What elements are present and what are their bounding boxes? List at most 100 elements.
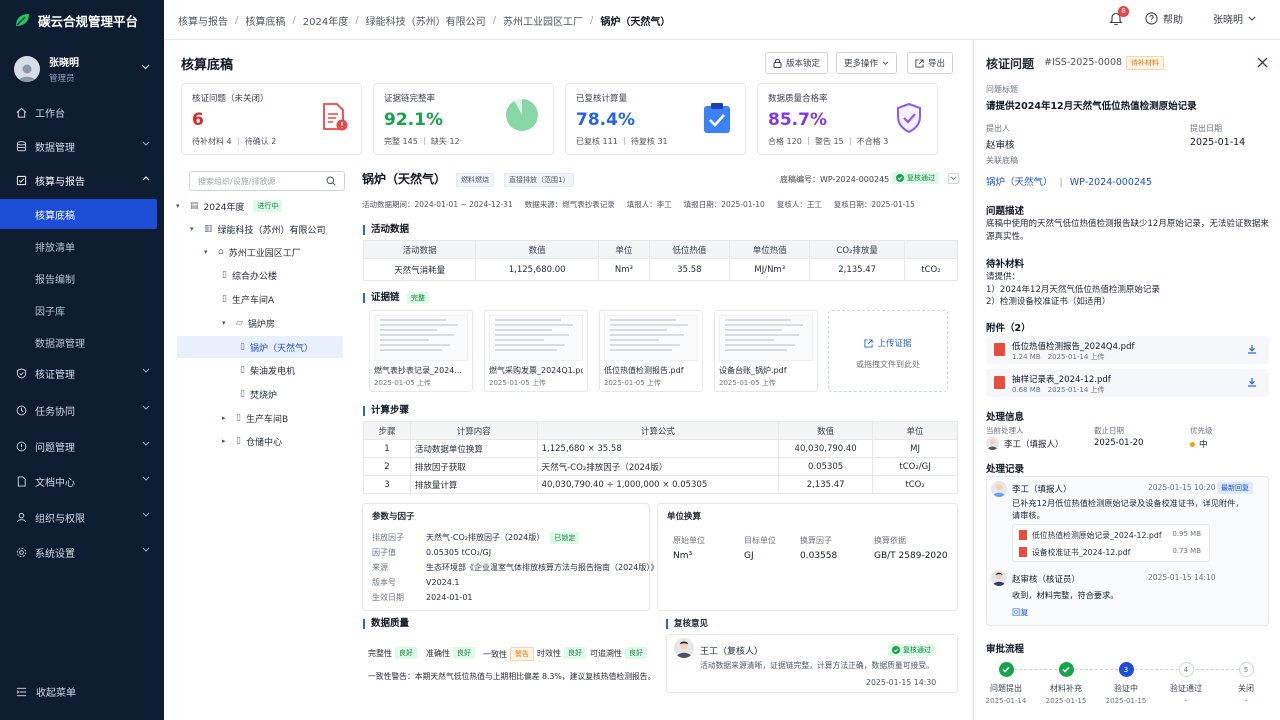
attachment-name: 低位热值检测报告_2024Q4.pdf (1012, 342, 1135, 352)
breadcrumb-current: 锅炉（天然气） (600, 17, 671, 28)
more-actions-button[interactable]: 更多操作 (836, 52, 898, 74)
file-icon: ▯ (236, 413, 241, 423)
reply-link[interactable]: 回复 (1012, 606, 1028, 618)
related-source-link[interactable]: 锅炉（天然气） (986, 177, 1053, 188)
nav-document-center[interactable]: 文档中心 (0, 465, 164, 497)
step-done-icon (998, 662, 1014, 677)
flow-step: 材料补充 2025-01-15 (1036, 662, 1096, 705)
kpi-sub: 待补材料 4 ｜ 待确认 2 (192, 137, 277, 146)
evidence-file-card[interactable]: 设备台账_锅炉.pdf 2025-01-05 上传 (714, 310, 818, 392)
tree-node[interactable]: ▯ 焚烧炉 (240, 383, 277, 405)
nav-accounting-report[interactable]: 核算与报告 (0, 164, 164, 196)
tree-node[interactable]: ▯ 锅炉（天然气） (177, 336, 343, 358)
breadcrumb-item[interactable]: 2024年度 (303, 13, 348, 28)
tree-node[interactable]: ▾ ▱ 锅炉房 (222, 312, 275, 334)
param-key: 来源 (372, 563, 388, 572)
avatar (14, 56, 40, 82)
flow-step: 5 关闭 - (1216, 662, 1276, 705)
chevron-down-icon (142, 512, 150, 517)
section-calc-title: 计算步骤 (363, 406, 409, 416)
raised-date: 2025-01-14 (1190, 137, 1246, 148)
tree-search-input[interactable]: 搜索组织/设施/排放源 (189, 171, 345, 191)
tree-node[interactable]: ▯ 综合办公楼 (222, 264, 277, 286)
caret-down-icon[interactable]: ▾ (176, 202, 185, 210)
flow-step: 问题提出 2025-01-14 (976, 662, 1036, 705)
priority: 中 (1190, 438, 1208, 450)
header-user-menu[interactable]: 张晓明 (1213, 11, 1256, 26)
log1-name: 李工（填报人） (1012, 485, 1072, 495)
caret-down-icon[interactable]: ▾ (222, 319, 231, 327)
evidence-file-card[interactable]: 低位热值检测报告.pdf 2025-01-05 上传 (599, 310, 703, 392)
tree-node[interactable]: ▯ 柴油发电机 (240, 359, 295, 381)
chevron-down-icon (1248, 16, 1256, 21)
breadcrumb-item[interactable]: 核算与报告 (178, 13, 228, 28)
activity-cell: Nm³ (598, 258, 650, 281)
file-upload-date: 2025-01-05 上传 (719, 379, 776, 387)
nav-issue-management[interactable]: 问题管理 (0, 430, 164, 462)
log-file-link[interactable]: 低位热值检测原始记录_2024-12.pdf (1032, 530, 1162, 541)
attachment-item[interactable]: 低位热值检测报告_2024Q4.pdf 1.24 MB 2025-01-14 上… (986, 336, 1269, 364)
collapse-menu-button[interactable]: 收起菜单 (16, 684, 76, 699)
file-icon: ▯ (222, 270, 227, 280)
upload-evidence-area[interactable]: 上传证据 或拖拽文件到此处 (828, 310, 948, 392)
tree-node-label: 苏州工业园区工厂 (228, 248, 301, 259)
nav-label: 组织与权限 (35, 513, 85, 525)
caret-down-icon[interactable]: ▾ (190, 225, 199, 233)
status-dropdown[interactable] (948, 173, 959, 184)
activity-header-cell: 单位 (598, 240, 650, 259)
sidebar: 碳云合规管理平台 张晓明 管理员 工作台 数据管理 核算与报告 核算底稿 排放清… (0, 0, 164, 720)
tree-node-label: 焚烧炉 (249, 390, 277, 401)
breadcrumb: 核算与报告 / 核算底稿/ 2024年度 / 绿能科技（苏州）有限公司 / 苏州工业园… (178, 13, 671, 28)
subnav-workpaper[interactable]: 核算底稿 (0, 199, 157, 229)
kpi-evidence-rate[interactable]: 证据链完整率 92.1% 完整 145 ｜ 缺失 12 (373, 83, 554, 155)
activity-header-cell: 低位热值 (648, 240, 731, 259)
log-file-link[interactable]: 设备校准证书_2024-12.pdf (1032, 547, 1130, 558)
nav-task-collab[interactable]: 任务协同 (0, 394, 164, 426)
attachment-meta: 0.68 MB 2025-01-14 上传 (1012, 386, 1105, 394)
kpi-open-issues[interactable]: 核证问题（未关闭） 6 待补材料 4 ｜ 待确认 2 (181, 83, 362, 155)
nav-label: 工作台 (35, 108, 65, 120)
tree-node[interactable]: ▾ ⌂ 苏州工业园区工厂 (204, 241, 301, 263)
due-date: 2025-01-20 (1094, 438, 1144, 448)
nav-dashboard[interactable]: 工作台 (0, 96, 164, 128)
breadcrumb-item[interactable]: 核算底稿 (245, 13, 285, 28)
nav-data-management[interactable]: 数据管理 (0, 130, 164, 162)
evidence-file-card[interactable]: 燃气表抄表记录_2024... 2025-01-05 上传 (369, 310, 473, 392)
nav-system-settings[interactable]: 系统设置 (0, 536, 164, 568)
tree-node[interactable]: ▯ 生产车间A (222, 288, 274, 310)
related-workpaper-link[interactable]: WP-2024-000245 (1070, 177, 1152, 188)
kpi-reviewed-calc[interactable]: 已复核计算量 78.4% 已复核 111 ｜ 待复核 31 (565, 83, 746, 155)
file-preview (489, 315, 583, 361)
breadcrumb-item[interactable]: 苏州工业园区工厂 (503, 13, 583, 28)
subnav-emission-inventory[interactable]: 排放清单 (0, 231, 164, 261)
caret-right-icon[interactable]: ▸ (222, 437, 231, 445)
notification-button[interactable]: 8 (1109, 6, 1129, 26)
tree-node[interactable]: ▾ ▤ 2024年度 进行中 (176, 195, 283, 217)
version-lock-button[interactable]: 版本锁定 (765, 52, 829, 74)
pdf-icon (994, 343, 1005, 356)
nav-verification[interactable]: 核证管理 (0, 357, 164, 389)
download-icon[interactable] (1247, 377, 1257, 387)
download-icon[interactable] (1247, 344, 1257, 354)
subnav-report-compile[interactable]: 报告编制 (0, 263, 164, 293)
tree-node[interactable]: ▸ ▯ 生产车间B (222, 407, 288, 429)
caret-down-icon[interactable]: ▾ (204, 248, 213, 256)
calc-cell: tCO₂/GJ (872, 457, 958, 476)
help-button[interactable]: 帮助 (1145, 11, 1183, 26)
user-menu[interactable]: 张晓明 管理员 (14, 54, 154, 84)
export-button[interactable]: 导出 (907, 52, 954, 74)
evidence-file-card[interactable]: 燃气采购发票_2024Q1.pdf 2025-01-05 上传 (484, 310, 588, 392)
kpi-quality-rate[interactable]: 数据质量合格率 85.7% 合格 120 ｜ 警告 15 ｜ 不合格 3 (757, 83, 938, 155)
caret-right-icon[interactable]: ▸ (222, 414, 231, 422)
close-icon[interactable] (1257, 57, 1268, 68)
app-logo[interactable]: 碳云合规管理平台 (14, 10, 138, 30)
subnav-factor-library[interactable]: 因子库 (0, 295, 164, 325)
issue-title-label: 问题标题 (986, 85, 1018, 94)
attachment-item[interactable]: 抽样记录表_2024-12.pdf 0.68 MB 2025-01-14 上传 (986, 369, 1269, 397)
tree-node[interactable]: ▾ ▥ 绿能科技（苏州）有限公司 (190, 218, 326, 240)
breadcrumb-item[interactable]: 绿能科技（苏州）有限公司 (366, 13, 486, 28)
nav-org-permission[interactable]: 组织与权限 (0, 501, 164, 533)
activity-cell: MJ/Nm³ (729, 258, 811, 281)
subnav-data-source[interactable]: 数据源管理 (0, 327, 164, 357)
tree-node[interactable]: ▸ ▯ 仓储中心 (222, 430, 282, 452)
